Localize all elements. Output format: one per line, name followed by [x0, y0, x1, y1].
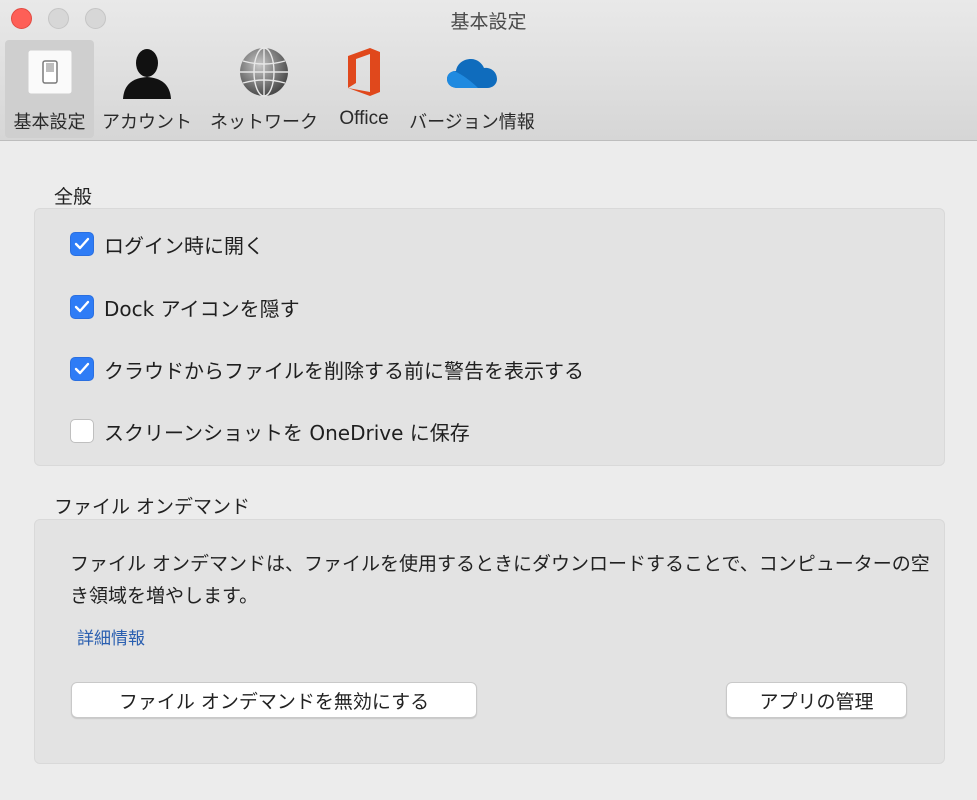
option-label: スクリーンショットを OneDrive に保存: [104, 420, 470, 445]
more-info-link[interactable]: 詳細情報: [77, 624, 145, 649]
tab-label: アカウント: [102, 112, 192, 133]
title-toolbar: 基本設定 基本設定 アカウント ネットワーク Office バージョン情報: [0, 0, 977, 141]
tab-account[interactable]: アカウント: [98, 40, 196, 138]
switch-icon: [22, 44, 78, 100]
tab-label: ネットワーク: [210, 112, 318, 133]
manage-apps-button[interactable]: アプリの管理: [726, 682, 907, 718]
disable-files-on-demand-button[interactable]: ファイル オンデマンドを無効にする: [71, 682, 477, 718]
tab-preferences[interactable]: 基本設定: [5, 40, 94, 138]
preferences-window: 基本設定 基本設定 アカウント ネットワーク Office バージョン情報 全般…: [0, 0, 977, 800]
tab-about[interactable]: バージョン情報: [404, 40, 540, 138]
checkbox-checked[interactable]: [70, 357, 94, 381]
option-warn-before-delete[interactable]: クラウドからファイルを削除する前に警告を表示する: [70, 355, 584, 383]
option-label: Dock アイコンを隠す: [104, 296, 300, 321]
globe-network-icon: [236, 44, 292, 100]
files-on-demand-description: ファイル オンデマンドは、ファイルを使用するときにダウンロードすることで、コンピ…: [70, 553, 930, 607]
files-on-demand-section-title: ファイル オンデマンド: [54, 496, 251, 518]
tab-label: Office: [339, 108, 389, 129]
option-save-screenshots[interactable]: スクリーンショットを OneDrive に保存: [70, 417, 470, 445]
tab-network[interactable]: ネットワーク: [205, 40, 323, 138]
checkbox-unchecked[interactable]: [70, 419, 94, 443]
tab-label: バージョン情報: [409, 112, 535, 133]
option-open-at-login[interactable]: ログイン時に開く: [70, 230, 264, 258]
onedrive-cloud-icon: [444, 44, 500, 100]
office-logo-icon: [336, 44, 392, 100]
person-silhouette-icon: [119, 44, 175, 100]
option-hide-dock-icon[interactable]: Dock アイコンを隠す: [70, 293, 300, 321]
checkbox-checked[interactable]: [70, 295, 94, 319]
option-label: クラウドからファイルを削除する前に警告を表示する: [104, 358, 584, 383]
window-title: 基本設定: [450, 11, 527, 33]
tab-office[interactable]: Office: [330, 40, 398, 138]
checkbox-checked[interactable]: [70, 232, 94, 256]
general-section-title: 全般: [54, 186, 93, 208]
option-label: ログイン時に開く: [104, 233, 264, 258]
tab-label: 基本設定: [13, 112, 86, 133]
